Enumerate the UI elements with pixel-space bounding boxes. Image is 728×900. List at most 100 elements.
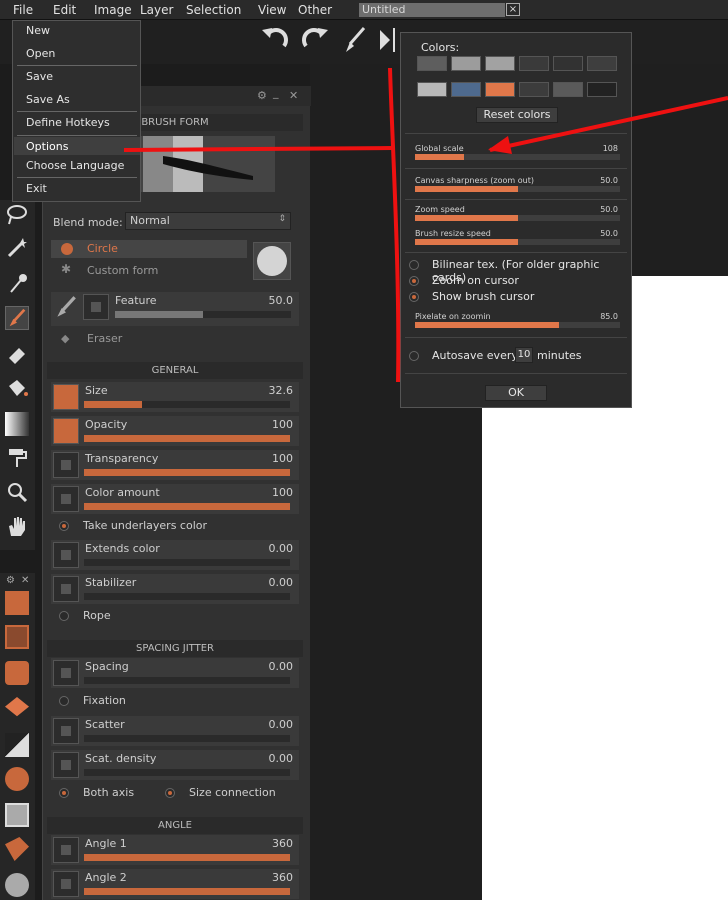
- menu-view[interactable]: View: [258, 3, 286, 17]
- color-swatch[interactable]: [587, 56, 617, 71]
- angle2-row[interactable]: Angle 2 360: [51, 869, 299, 899]
- panel-close-icon[interactable]: ✕: [289, 89, 298, 102]
- menu-item-choose-language[interactable]: Choose Language: [26, 159, 124, 172]
- reset-colors-button[interactable]: Reset colors: [476, 107, 558, 123]
- ok-button[interactable]: OK: [485, 385, 547, 401]
- palette-icon[interactable]: [5, 873, 29, 897]
- eyedropper-icon[interactable]: [5, 272, 29, 296]
- zoom-speed-slider[interactable]: Zoom speed 50.0: [413, 205, 620, 229]
- opacity-row[interactable]: Opacity 100: [51, 416, 299, 446]
- mirror-icon[interactable]: [378, 26, 400, 54]
- extends-color-toggle[interactable]: [53, 542, 79, 568]
- angle1-row[interactable]: Angle 1 360: [51, 835, 299, 865]
- feature-slider[interactable]: [115, 311, 291, 318]
- opacity-slider[interactable]: [84, 435, 290, 442]
- scat-density-toggle[interactable]: [53, 752, 79, 778]
- menu-other[interactable]: Other: [298, 3, 332, 17]
- brush-settings-icon[interactable]: [5, 625, 29, 649]
- stabilizer-row[interactable]: Stabilizer 0.00: [51, 574, 299, 604]
- fixation-radio[interactable]: [59, 696, 69, 706]
- size-connection-radio[interactable]: [165, 788, 175, 798]
- menu-item-save[interactable]: Save: [26, 70, 53, 83]
- gradient-icon[interactable]: [5, 412, 29, 436]
- feature-row[interactable]: Feature 50.0: [51, 292, 299, 326]
- extends-color-slider[interactable]: [84, 559, 290, 566]
- color-amount-toggle[interactable]: [53, 486, 79, 512]
- stabilizer-toggle[interactable]: [53, 576, 79, 602]
- zoom-on-cursor-radio[interactable]: [409, 276, 419, 286]
- eraser-icon[interactable]: [5, 342, 29, 366]
- opacity-toggle[interactable]: [53, 418, 79, 444]
- angle1-toggle[interactable]: [53, 837, 79, 863]
- global-scale-slider[interactable]: Global scale 108: [413, 144, 620, 168]
- scatter-toggle[interactable]: [53, 718, 79, 744]
- brush-icon[interactable]: [342, 26, 368, 54]
- menu-item-open[interactable]: Open: [26, 47, 55, 60]
- scatter-slider[interactable]: [84, 735, 290, 742]
- paint-roller-icon[interactable]: [5, 446, 29, 470]
- color-swatch[interactable]: [417, 56, 447, 71]
- close-document-button[interactable]: ×: [506, 3, 520, 16]
- scatter-row[interactable]: Scatter 0.00: [51, 716, 299, 746]
- autosave-minutes-input[interactable]: 10: [515, 347, 533, 363]
- scat-density-slider[interactable]: [84, 769, 290, 776]
- menu-item-options[interactable]: Options: [26, 140, 68, 153]
- scat-density-row[interactable]: Scat. density 0.00: [51, 750, 299, 780]
- redo-icon[interactable]: [296, 24, 332, 54]
- eraser-label[interactable]: Eraser: [87, 332, 122, 345]
- both-axis-radio[interactable]: [59, 788, 69, 798]
- extends-color-row[interactable]: Extends color 0.00: [51, 540, 299, 570]
- hand-icon[interactable]: [5, 514, 29, 538]
- menu-image[interactable]: Image: [94, 3, 132, 17]
- color-amount-slider[interactable]: [84, 503, 290, 510]
- color-swatch[interactable]: [451, 56, 481, 71]
- show-brush-cursor-radio[interactable]: [409, 292, 419, 302]
- magic-wand-icon[interactable]: [5, 236, 29, 260]
- menu-item-exit[interactable]: Exit: [26, 182, 47, 195]
- panel-minimize-icon[interactable]: _: [273, 86, 279, 99]
- color-amount-row[interactable]: Color amount 100: [51, 484, 299, 514]
- menu-item-save-as[interactable]: Save As: [26, 93, 70, 106]
- size-toggle[interactable]: [53, 384, 79, 410]
- brush-tool-button[interactable]: [5, 306, 29, 330]
- transparency-row[interactable]: Transparency 100: [51, 450, 299, 480]
- menu-item-new[interactable]: New: [26, 24, 50, 37]
- color-swatch[interactable]: [451, 82, 481, 97]
- size-row[interactable]: Size 32.6: [51, 382, 299, 412]
- blend-mode-select[interactable]: Normal ⇕: [125, 212, 291, 230]
- document-title-field[interactable]: Untitled: [359, 3, 505, 17]
- gear-icon[interactable]: ⚙: [6, 575, 15, 586]
- spacing-toggle[interactable]: [53, 660, 79, 686]
- brush-resize-speed-slider[interactable]: Brush resize speed 50.0: [413, 229, 620, 253]
- transparency-slider[interactable]: [84, 469, 290, 476]
- close-icon[interactable]: ✕: [21, 575, 29, 586]
- angle2-slider[interactable]: [84, 888, 290, 895]
- lasso-icon[interactable]: [5, 202, 29, 226]
- fill-bucket-icon[interactable]: [5, 376, 29, 400]
- canvas-sharpness-slider[interactable]: Canvas sharpness (zoom out) 50.0: [413, 176, 620, 200]
- brush-tip-preview[interactable]: [253, 242, 291, 280]
- spacing-row[interactable]: Spacing 0.00: [51, 658, 299, 688]
- take-underlayers-radio[interactable]: [59, 521, 69, 531]
- color-swatch[interactable]: [417, 82, 447, 97]
- color-swatch[interactable]: [553, 56, 583, 71]
- angle2-toggle[interactable]: [53, 871, 79, 897]
- color-swatch[interactable]: [519, 56, 549, 71]
- color-swatch[interactable]: [485, 82, 515, 97]
- color-swatch[interactable]: [587, 82, 617, 97]
- color-swatch[interactable]: [553, 82, 583, 97]
- autosave-radio[interactable]: [409, 351, 419, 361]
- color-wheel-icon[interactable]: [5, 767, 29, 791]
- menu-edit[interactable]: Edit: [53, 3, 76, 17]
- circle-form-option[interactable]: Circle: [51, 240, 247, 258]
- menu-selection[interactable]: Selection: [186, 3, 241, 17]
- stabilizer-slider[interactable]: [84, 593, 290, 600]
- panel-gear-icon[interactable]: ⚙: [257, 89, 267, 102]
- pixelate-slider[interactable]: Pixelate on zoomin 85.0: [413, 312, 620, 336]
- menu-item-define-hotkeys[interactable]: Define Hotkeys: [26, 116, 110, 129]
- menu-layer[interactable]: Layer: [140, 3, 173, 17]
- bilinear-radio[interactable]: [409, 260, 419, 270]
- color-swatch[interactable]: [519, 82, 549, 97]
- undo-icon[interactable]: [258, 24, 294, 54]
- color-swatch[interactable]: [485, 56, 515, 71]
